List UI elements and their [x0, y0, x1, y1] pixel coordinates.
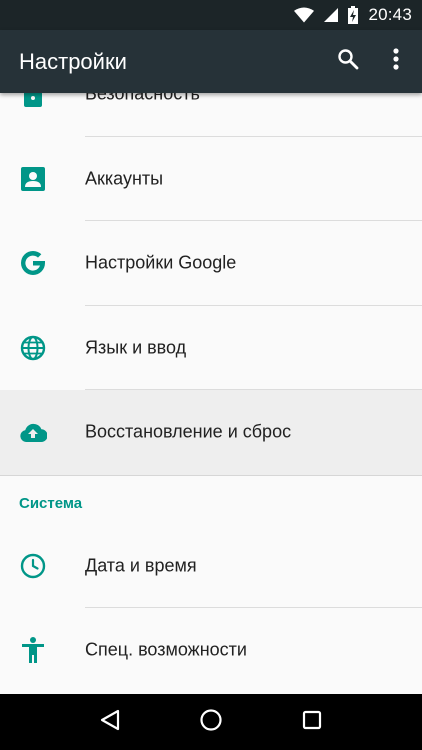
section-divider — [0, 474, 422, 484]
settings-item-google[interactable]: Настройки Google — [0, 221, 422, 306]
settings-list: Безопасность Аккаунты Настройки Google Я… — [0, 93, 422, 693]
settings-item-accessibility[interactable]: Спец. возможности — [0, 608, 422, 693]
search-icon — [336, 47, 360, 76]
recents-icon — [302, 710, 322, 735]
navigation-bar — [0, 694, 422, 750]
google-icon — [18, 248, 48, 278]
settings-item-label: Безопасность — [85, 93, 200, 104]
home-icon — [199, 708, 223, 737]
settings-item-date-time[interactable]: Дата и время — [0, 523, 422, 608]
settings-item-label: Дата и время — [85, 555, 197, 576]
settings-item-label: Спец. возможности — [85, 639, 247, 660]
clock-text: 20:43 — [368, 5, 412, 24]
recents-button[interactable] — [284, 694, 340, 750]
settings-item-label: Аккаунты — [85, 168, 164, 189]
back-icon — [100, 709, 120, 736]
home-button[interactable] — [183, 694, 239, 750]
search-button[interactable] — [324, 38, 372, 86]
more-options-button[interactable] — [372, 38, 420, 86]
battery-charging-icon — [348, 6, 359, 24]
settings-item-language[interactable]: Язык и ввод — [0, 305, 422, 390]
settings-item-security[interactable]: Безопасность — [0, 93, 422, 137]
account-icon — [18, 164, 48, 194]
lock-icon — [18, 93, 48, 109]
status-bar: 20:43 — [0, 0, 422, 30]
wifi-icon — [294, 7, 315, 23]
settings-item-label: Настройки Google — [85, 252, 237, 273]
cloud-upload-icon — [18, 417, 48, 447]
clock-icon — [18, 551, 48, 581]
settings-item-label: Восстановление и сброс — [85, 421, 292, 442]
app-bar: Настройки — [0, 30, 422, 93]
accessibility-icon — [18, 635, 48, 665]
globe-icon — [18, 333, 48, 363]
page-title: Настройки — [19, 48, 127, 74]
settings-item-backup-reset[interactable]: Восстановление и сброс — [0, 390, 422, 475]
settings-content[interactable]: Безопасность Аккаунты Настройки Google Я… — [0, 93, 422, 694]
cell-signal-icon — [324, 7, 339, 23]
settings-item-accounts[interactable]: Аккаунты — [0, 136, 422, 221]
settings-item-label: Язык и ввод — [85, 337, 187, 358]
more-vert-icon — [393, 48, 399, 75]
back-button[interactable] — [82, 694, 138, 750]
section-header-system: Система — [19, 495, 83, 512]
